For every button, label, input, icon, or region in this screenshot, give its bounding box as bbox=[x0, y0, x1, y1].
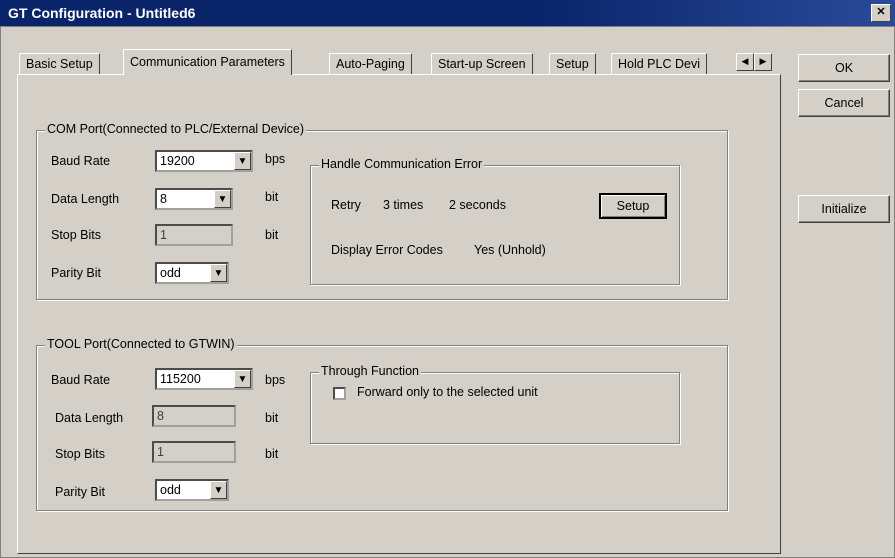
com-data-length-label: Data Length bbox=[51, 192, 120, 206]
chevron-down-icon[interactable]: ▼ bbox=[210, 481, 227, 499]
tab-communication-parameters[interactable]: Communication Parameters bbox=[123, 49, 292, 75]
com-port-group: COM Port(Connected to PLC/External Devic… bbox=[36, 122, 728, 300]
display-error-label: Display Error Codes bbox=[331, 243, 443, 257]
tab-panel: COM Port(Connected to PLC/External Devic… bbox=[17, 74, 781, 554]
tab-setup[interactable]: Setup bbox=[549, 53, 596, 75]
tab-scroll-right-icon[interactable]: ▶ bbox=[754, 53, 772, 71]
through-function-group: Through Function Forward only to the sel… bbox=[310, 364, 680, 444]
com-port-title: COM Port(Connected to PLC/External Devic… bbox=[45, 122, 307, 136]
com-parity-bit-value: odd bbox=[160, 266, 181, 280]
com-baud-rate-label: Baud Rate bbox=[51, 154, 111, 168]
forward-selected-checkbox[interactable] bbox=[333, 387, 346, 400]
com-stop-bits-unit: bit bbox=[265, 228, 279, 242]
tool-parity-bit-value: odd bbox=[160, 483, 181, 497]
retry-seconds: 2 seconds bbox=[449, 198, 506, 212]
com-data-length-value: 8 bbox=[160, 192, 167, 206]
tool-port-group: TOOL Port(Connected to GTWIN) Baud Rate … bbox=[36, 337, 728, 511]
tab-hold-plc-device[interactable]: Hold PLC Devi bbox=[611, 53, 707, 75]
com-data-length-unit: bit bbox=[265, 190, 279, 204]
chevron-down-icon[interactable]: ▼ bbox=[234, 370, 251, 388]
tab-scroll-left-icon[interactable]: ◀ bbox=[736, 53, 754, 71]
handle-error-title: Handle Communication Error bbox=[319, 157, 485, 171]
forward-selected-label[interactable]: Forward only to the selected unit bbox=[357, 385, 538, 399]
chevron-down-icon[interactable]: ▼ bbox=[210, 264, 227, 282]
com-stop-bits-field: 1 bbox=[155, 224, 233, 246]
tool-stop-bits-field: 1 bbox=[152, 441, 236, 463]
com-parity-bit-label: Parity Bit bbox=[51, 266, 102, 280]
tool-data-length-field: 8 bbox=[152, 405, 236, 427]
tool-parity-bit-label: Parity Bit bbox=[55, 485, 106, 499]
com-stop-bits-value: 1 bbox=[160, 228, 167, 242]
initialize-button[interactable]: Initialize bbox=[798, 195, 890, 223]
tool-baud-rate-unit: bps bbox=[265, 373, 286, 387]
com-data-length-select[interactable]: 8 ▼ bbox=[155, 188, 233, 210]
error-setup-button[interactable]: Setup bbox=[599, 193, 667, 219]
tool-baud-rate-value: 115200 bbox=[160, 372, 201, 386]
com-baud-rate-unit: bps bbox=[265, 152, 286, 166]
through-function-title: Through Function bbox=[319, 364, 421, 378]
cancel-button[interactable]: Cancel bbox=[798, 89, 890, 117]
com-stop-bits-label: Stop Bits bbox=[51, 228, 102, 242]
tool-data-length-label: Data Length bbox=[55, 411, 124, 425]
retry-label: Retry bbox=[331, 198, 361, 212]
tool-port-title: TOOL Port(Connected to GTWIN) bbox=[45, 337, 237, 351]
tab-startup-screen[interactable]: Start-up Screen bbox=[431, 53, 533, 75]
tool-stop-bits-unit: bit bbox=[265, 447, 279, 461]
tool-baud-rate-select[interactable]: 115200 ▼ bbox=[155, 368, 253, 390]
window-title: GT Configuration - Untitled6 bbox=[8, 5, 196, 21]
tool-stop-bits-value: 1 bbox=[157, 445, 164, 459]
com-baud-rate-value: 19200 bbox=[160, 154, 195, 168]
tool-baud-rate-label: Baud Rate bbox=[51, 373, 111, 387]
title-bar: GT Configuration - Untitled6 ✕ bbox=[0, 0, 895, 26]
tab-auto-paging[interactable]: Auto-Paging bbox=[329, 53, 412, 75]
retry-times: 3 times bbox=[383, 198, 424, 212]
tab-basic-setup[interactable]: Basic Setup bbox=[19, 53, 100, 75]
tool-data-length-unit: bit bbox=[265, 411, 279, 425]
com-parity-bit-select[interactable]: odd ▼ bbox=[155, 262, 229, 284]
dialog-body: Basic Setup Communication Parameters Aut… bbox=[0, 26, 895, 558]
display-error-value: Yes (Unhold) bbox=[474, 243, 546, 257]
chevron-down-icon[interactable]: ▼ bbox=[214, 190, 231, 208]
chevron-down-icon[interactable]: ▼ bbox=[234, 152, 251, 170]
ok-button[interactable]: OK bbox=[798, 54, 890, 82]
tool-stop-bits-label: Stop Bits bbox=[55, 447, 106, 461]
com-baud-rate-select[interactable]: 19200 ▼ bbox=[155, 150, 253, 172]
tool-parity-bit-select[interactable]: odd ▼ bbox=[155, 479, 229, 501]
close-icon[interactable]: ✕ bbox=[871, 4, 891, 22]
tool-data-length-value: 8 bbox=[157, 409, 164, 423]
handle-error-group: Handle Communication Error Retry 3 times… bbox=[310, 157, 680, 285]
